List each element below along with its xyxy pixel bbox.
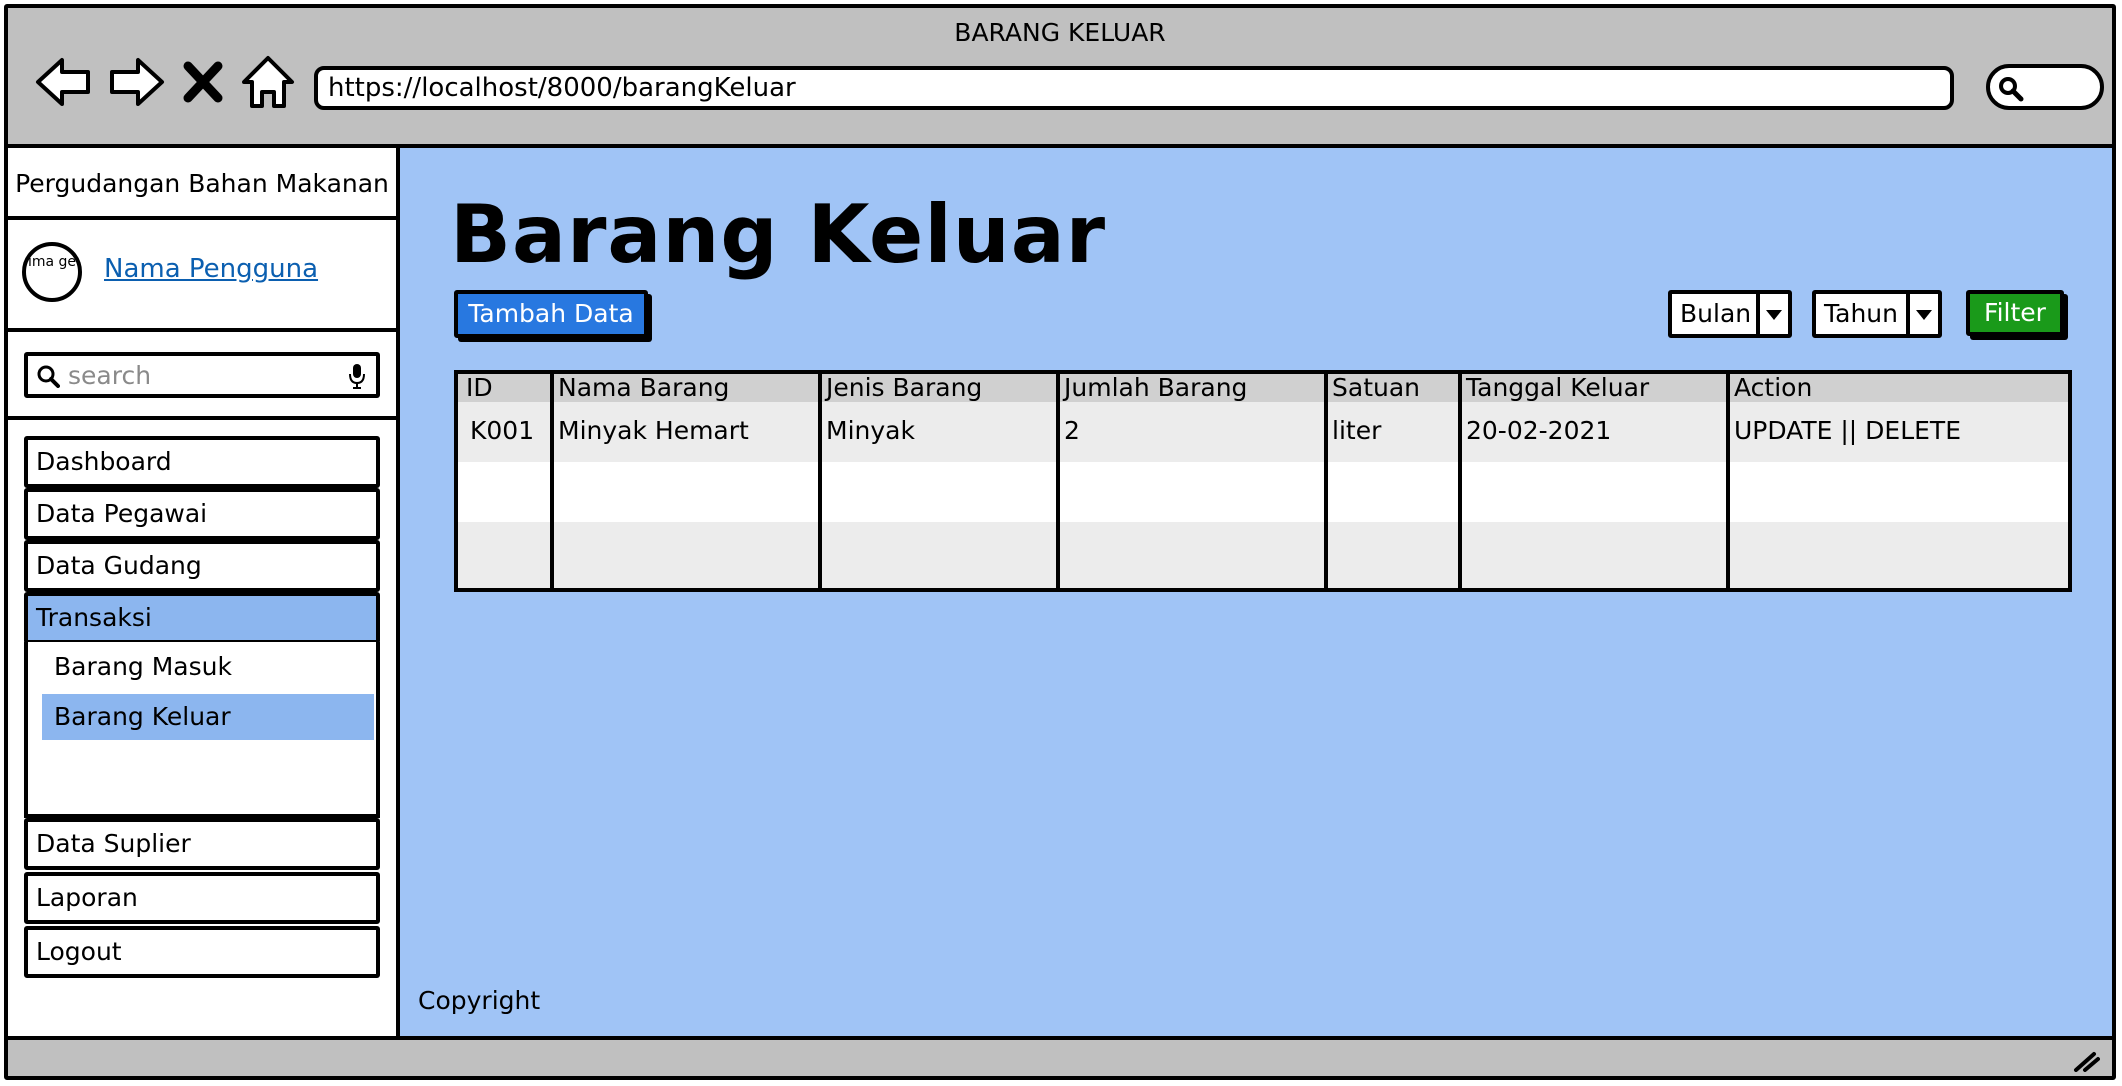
column-divider bbox=[1726, 374, 1730, 588]
table-header-row: ID Nama Barang Jenis Barang Jumlah Baran… bbox=[458, 374, 2068, 402]
table-cell: Minyak bbox=[826, 416, 915, 445]
sidebar-item-laporan[interactable]: Laporan bbox=[24, 872, 380, 924]
table-cell: Minyak Hemart bbox=[558, 416, 749, 445]
table-cell: 2 bbox=[1064, 416, 1080, 445]
sidebar-search-input[interactable]: search bbox=[24, 352, 380, 398]
column-header: Jenis Barang bbox=[826, 373, 983, 402]
column-divider bbox=[1324, 374, 1328, 588]
column-header: ID bbox=[466, 373, 493, 402]
table-cell: liter bbox=[1332, 416, 1382, 445]
submenu-item-barang-masuk[interactable]: Barang Masuk bbox=[42, 644, 374, 690]
home-icon[interactable] bbox=[238, 52, 298, 112]
footer-copyright: Copyright bbox=[418, 986, 541, 1015]
browser-toolbar: BARANG KELUAR https://localhost/8000/bar… bbox=[8, 8, 2112, 148]
month-select[interactable]: Bulan bbox=[1668, 290, 1792, 338]
table-cell: 20-02-2021 bbox=[1466, 416, 1612, 445]
page-title: Barang Keluar bbox=[450, 188, 1107, 281]
search-placeholder: search bbox=[68, 361, 152, 390]
chevron-down-icon bbox=[1906, 294, 1938, 334]
data-table: ID Nama Barang Jenis Barang Jumlah Baran… bbox=[454, 370, 2072, 592]
sidebar-item-transaksi[interactable]: Transaksi bbox=[24, 592, 380, 644]
sidebar: Pergudangan Bahan Makanan ima ge Nama Pe… bbox=[8, 148, 400, 1036]
transaksi-submenu: Barang Masuk Barang Keluar bbox=[24, 642, 380, 818]
column-header: Action bbox=[1734, 373, 1813, 402]
add-data-button[interactable]: Tambah Data bbox=[454, 290, 648, 338]
column-divider bbox=[818, 374, 822, 588]
filter-button[interactable]: Filter bbox=[1966, 290, 2064, 336]
status-bar bbox=[8, 1036, 2112, 1076]
column-divider bbox=[1056, 374, 1060, 588]
chevron-down-icon bbox=[1756, 294, 1788, 334]
user-panel: ima ge Nama Pengguna bbox=[8, 220, 396, 332]
year-select[interactable]: Tahun bbox=[1812, 290, 1942, 338]
sidebar-item-data-gudang[interactable]: Data Gudang bbox=[24, 540, 380, 592]
user-name-link[interactable]: Nama Pengguna bbox=[104, 254, 318, 284]
table-cell: K001 bbox=[470, 416, 535, 445]
column-header: Satuan bbox=[1332, 373, 1421, 402]
avatar: ima ge bbox=[22, 242, 82, 302]
browser-window: BARANG KELUAR https://localhost/8000/bar… bbox=[4, 4, 2116, 1080]
column-divider bbox=[550, 374, 554, 588]
back-icon[interactable] bbox=[34, 52, 94, 112]
search-icon bbox=[37, 365, 60, 388]
sidebar-item-data-pegawai[interactable]: Data Pegawai bbox=[24, 488, 380, 540]
column-divider bbox=[1458, 374, 1462, 588]
browser-search-field[interactable] bbox=[1986, 64, 2104, 110]
table-row bbox=[458, 522, 2068, 588]
column-header: Nama Barang bbox=[558, 373, 730, 402]
table-row bbox=[458, 462, 2068, 522]
search-icon bbox=[1999, 77, 2024, 102]
sidebar-divider bbox=[8, 416, 396, 420]
close-icon[interactable] bbox=[180, 52, 226, 112]
forward-icon[interactable] bbox=[106, 52, 166, 112]
month-select-value: Bulan bbox=[1680, 299, 1752, 328]
column-header: Tanggal Keluar bbox=[1466, 373, 1650, 402]
row-actions[interactable]: UPDATE || DELETE bbox=[1730, 402, 1961, 460]
window-title: BARANG KELUAR bbox=[954, 18, 1166, 47]
year-select-value: Tahun bbox=[1824, 299, 1898, 328]
sidebar-item-logout[interactable]: Logout bbox=[24, 926, 380, 978]
microphone-icon[interactable] bbox=[348, 362, 366, 390]
address-bar[interactable]: https://localhost/8000/barangKeluar bbox=[314, 66, 1954, 110]
resize-grip-icon[interactable] bbox=[2072, 1048, 2100, 1072]
column-header: Jumlah Barang bbox=[1064, 373, 1248, 402]
main-content: Barang Keluar Tambah Data Bulan Tahun Fi… bbox=[400, 148, 2112, 1036]
app-brand: Pergudangan Bahan Makanan bbox=[8, 148, 396, 220]
sidebar-item-dashboard[interactable]: Dashboard bbox=[24, 436, 380, 488]
table-row: K001 Minyak Hemart Minyak 2 liter 20-02-… bbox=[458, 402, 2068, 462]
sidebar-item-data-suplier[interactable]: Data Suplier bbox=[24, 818, 380, 870]
submenu-item-barang-keluar[interactable]: Barang Keluar bbox=[42, 694, 374, 740]
